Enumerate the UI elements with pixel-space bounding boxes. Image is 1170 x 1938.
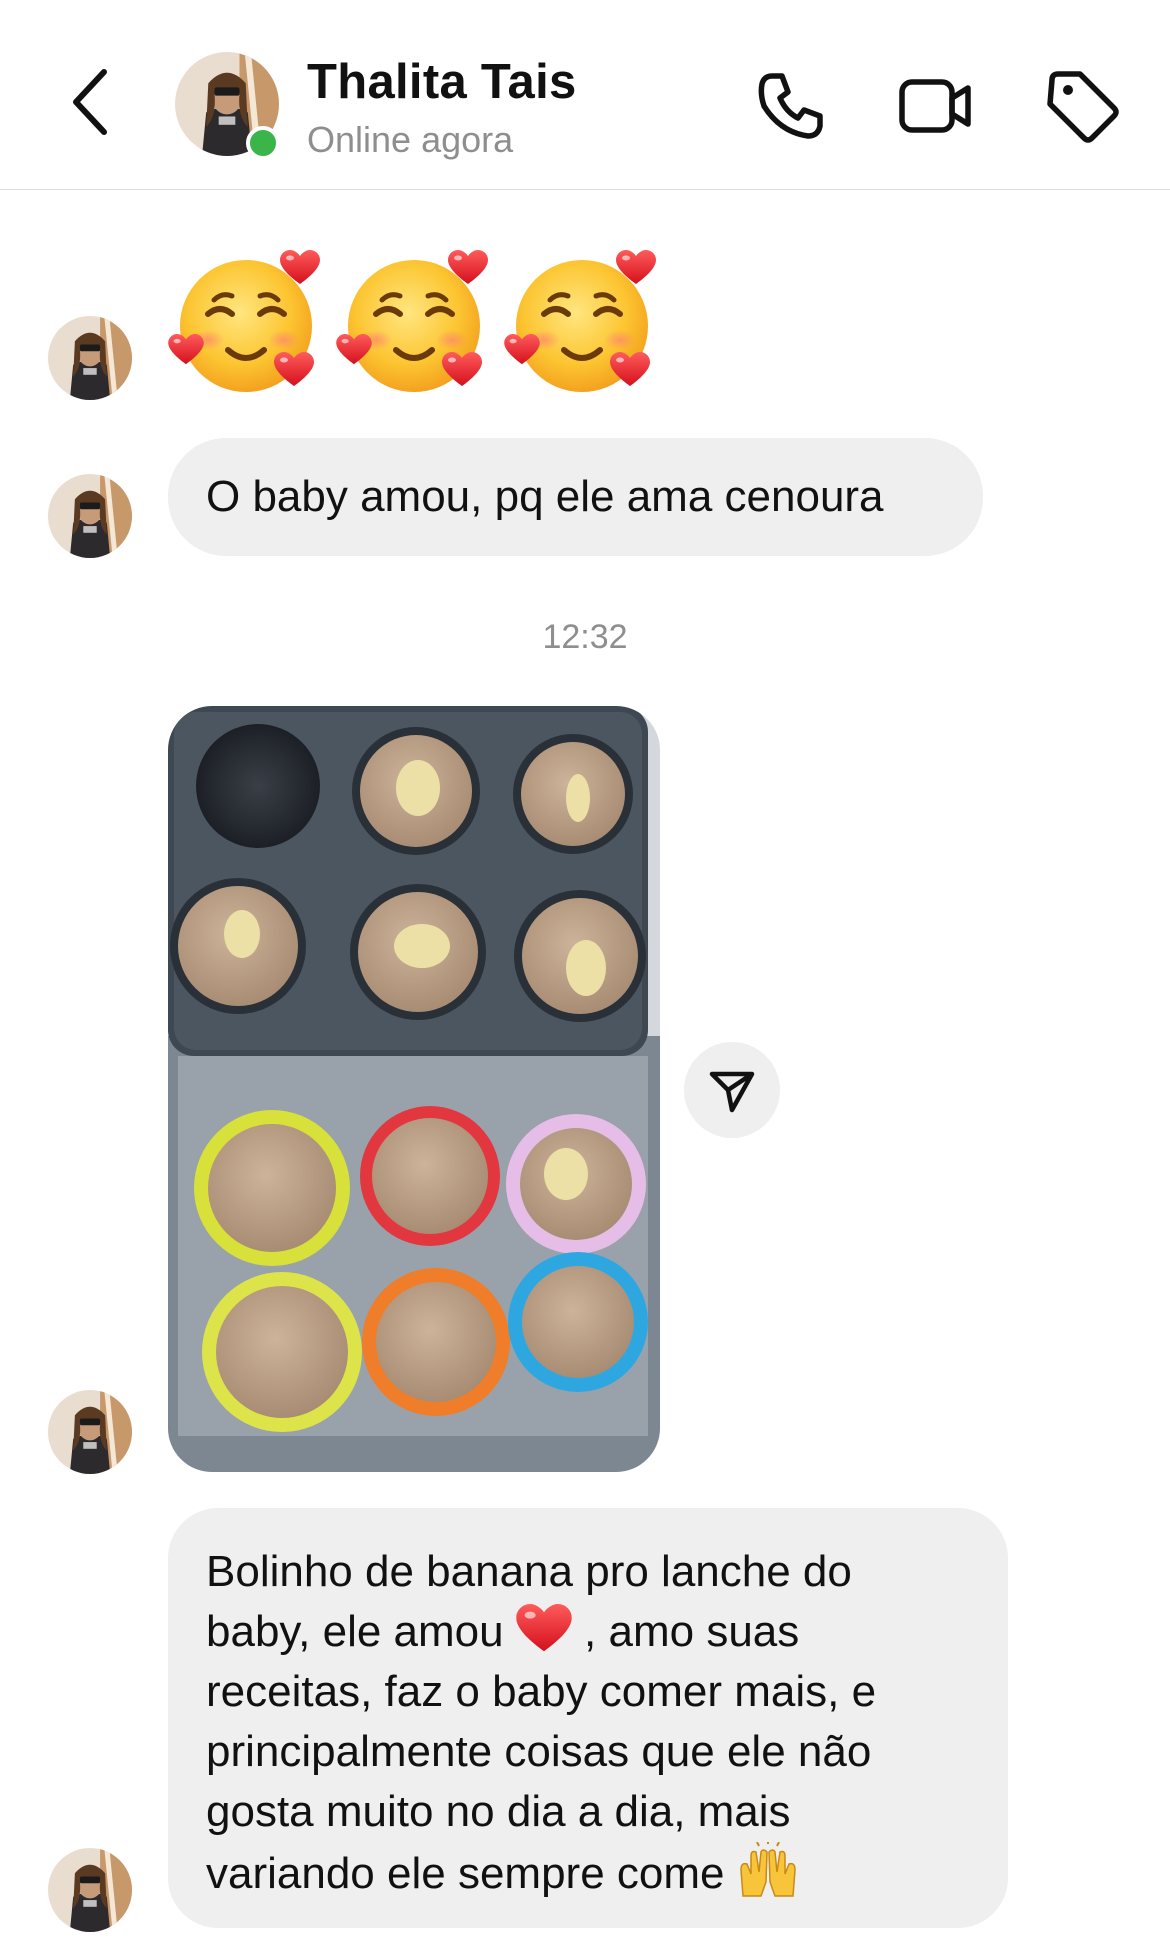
message-line: variando ele sempre come <box>206 1840 970 1904</box>
smiling-face-with-hearts-icon <box>504 242 664 402</box>
contact-status: Online agora <box>307 119 514 160</box>
phone-icon[interactable] <box>750 66 830 146</box>
tag-icon[interactable] <box>1042 66 1122 146</box>
timestamp: 12:32 <box>542 618 628 656</box>
red-heart-icon <box>516 1604 572 1652</box>
smiling-face-with-hearts-icon <box>168 242 328 402</box>
message-line: gosta muito no dia a dia, mais <box>206 1787 791 1836</box>
sender-avatar[interactable] <box>48 1390 132 1474</box>
video-camera-icon[interactable] <box>896 66 976 146</box>
share-button[interactable] <box>684 1042 780 1138</box>
message-line: Bolinho de banana pro lanche do <box>206 1547 852 1596</box>
sender-avatar[interactable] <box>48 1848 132 1932</box>
online-indicator <box>246 126 280 160</box>
message-line: baby, ele amou , amo suas <box>206 1602 970 1662</box>
message-bubble[interactable]: O baby amou, pq ele ama cenoura <box>168 438 983 556</box>
sender-avatar[interactable] <box>48 474 132 558</box>
photo-message[interactable] <box>168 706 660 1472</box>
send-icon <box>709 1071 755 1113</box>
back-chevron-icon[interactable] <box>64 62 124 142</box>
sender-avatar[interactable] <box>48 316 132 400</box>
raising-hands-icon <box>739 1840 796 1897</box>
message-text: O baby amou, pq ele ama cenoura <box>206 472 884 521</box>
message-bubble[interactable]: Bolinho de banana pro lanche do baby, el… <box>168 1508 1008 1928</box>
smiling-face-with-hearts-icon <box>336 242 496 402</box>
message-line: receitas, faz o baby comer mais, e <box>206 1667 877 1716</box>
message-line: principalmente coisas que ele não <box>206 1727 872 1776</box>
chat-header: Thalita Tais Online agora <box>0 0 1170 190</box>
contact-name[interactable]: Thalita Tais <box>307 54 577 110</box>
